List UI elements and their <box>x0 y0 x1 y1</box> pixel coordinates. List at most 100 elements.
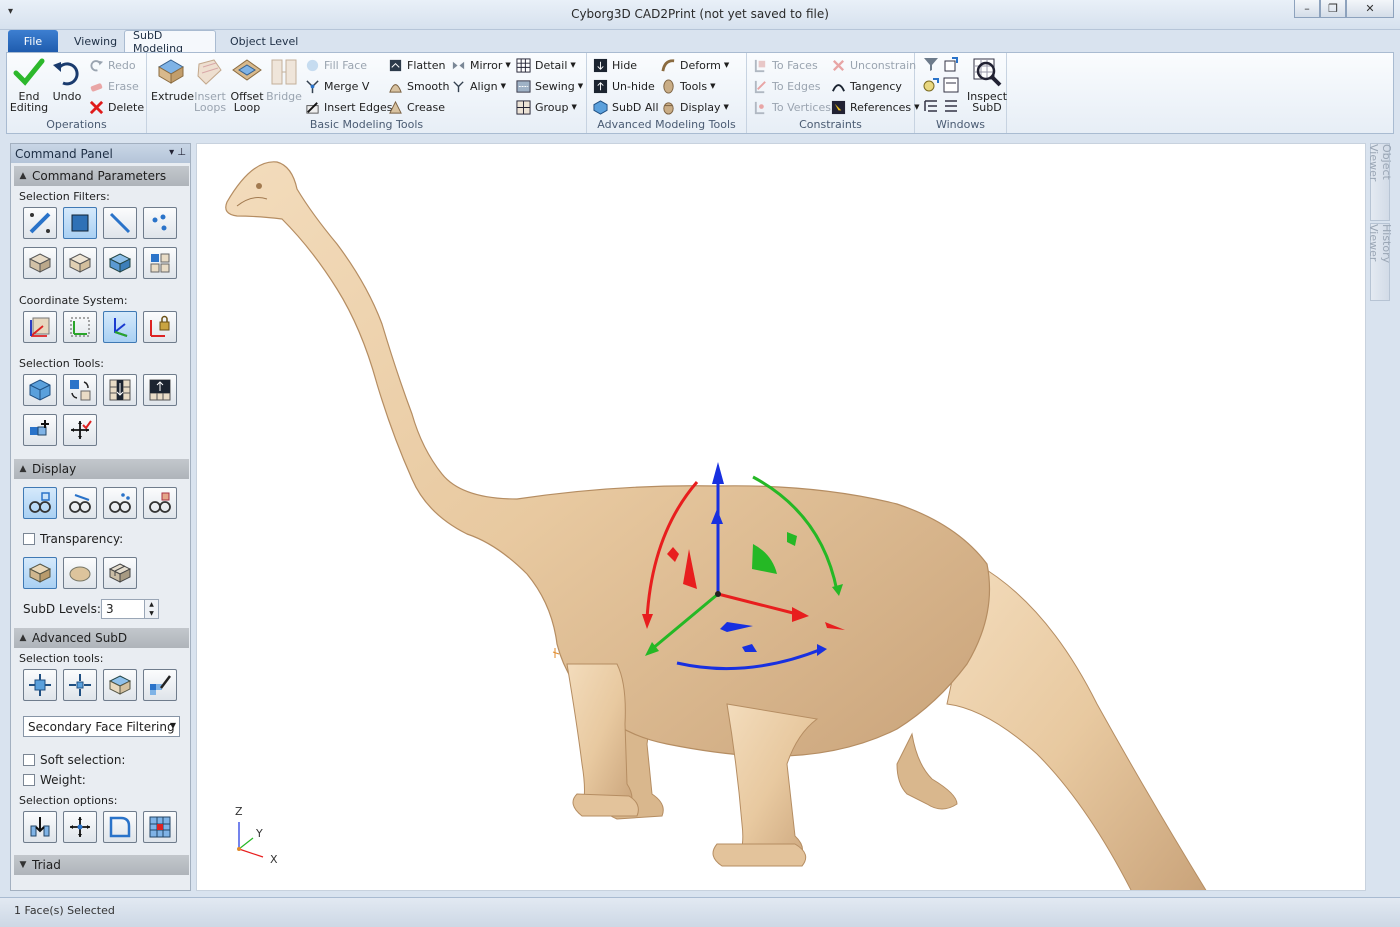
tab-viewing[interactable]: Viewing <box>66 30 125 52</box>
fill-face-button[interactable]: Fill Face <box>305 56 367 74</box>
bridge-button[interactable]: Bridge <box>264 56 304 102</box>
filter-icon[interactable] <box>923 56 939 72</box>
3d-viewport[interactable]: Z Y X <box>196 143 1366 891</box>
filter-object-blue-button[interactable] <box>103 247 137 279</box>
deform-button[interactable]: Deform ▼ <box>661 56 729 74</box>
display-mode-4-button[interactable] <box>143 487 177 519</box>
group-button[interactable]: Group ▼ <box>516 98 577 116</box>
filter-object-side-button[interactable] <box>63 247 97 279</box>
display-mode-1-button[interactable] <box>23 487 57 519</box>
inspect-subd-button[interactable]: Inspect SubD <box>967 56 1007 113</box>
hide-button[interactable]: Hide <box>593 56 637 74</box>
sel-option-2-button[interactable] <box>63 811 97 843</box>
transparency-checkbox[interactable]: Transparency: <box>23 532 123 546</box>
delete-button[interactable]: Delete <box>89 98 144 116</box>
merge-v-label: Merge V <box>324 79 370 93</box>
filter-vertices-button[interactable] <box>143 207 177 239</box>
redo-button[interactable]: Redo <box>89 56 136 74</box>
invert-selection-button[interactable] <box>63 374 97 406</box>
adv-select-paint-button[interactable] <box>143 669 177 701</box>
group-constraints: To Faces To Edges To Vertices Unconstrai… <box>747 53 920 133</box>
merge-v-button[interactable]: Merge V <box>305 77 369 95</box>
tab-file[interactable]: File <box>8 30 58 52</box>
display-mode-2-button[interactable] <box>63 487 97 519</box>
section-display[interactable]: ▲ Display <box>14 459 189 479</box>
display-button[interactable]: Display ▼ <box>661 98 729 116</box>
erase-button[interactable]: Erase <box>89 77 139 95</box>
to-edges-button[interactable]: To Edges <box>753 77 821 95</box>
shading-ellipse-button[interactable] <box>63 557 97 589</box>
spinner-arrows-icon[interactable]: ▲ ▼ <box>144 600 158 618</box>
display-mode-3-button[interactable] <box>103 487 137 519</box>
add-to-selection-button[interactable] <box>23 414 57 446</box>
references-label: References <box>850 100 912 114</box>
sel-option-1-button[interactable] <box>23 811 57 843</box>
subd-levels-input[interactable]: 3 ▲ ▼ <box>101 599 159 619</box>
shading-wire-button[interactable] <box>103 557 137 589</box>
sel-option-4-button[interactable] <box>143 811 177 843</box>
minimize-button[interactable]: – <box>1294 0 1320 18</box>
insert-edges-button[interactable]: Insert Edges <box>305 98 392 116</box>
adv-select-loop-button[interactable] <box>103 669 137 701</box>
mirror-button[interactable]: Mirror ▼ <box>451 56 511 74</box>
weight-checkbox-box[interactable] <box>23 774 35 786</box>
to-faces-button[interactable]: To Faces <box>753 56 818 74</box>
detail-button[interactable]: Detail ▼ <box>516 56 576 74</box>
coord-world-button[interactable] <box>23 311 57 343</box>
shading-smooth-button[interactable] <box>23 557 57 589</box>
filter-vertices-edges-button[interactable] <box>23 207 57 239</box>
close-button[interactable]: ✕ <box>1346 0 1394 18</box>
extrude-button[interactable]: Extrude <box>151 56 194 102</box>
pin-icon[interactable]: ▾ ⊥ <box>169 147 186 158</box>
tab-object-viewer[interactable]: Object Viewer <box>1367 143 1393 221</box>
align-button[interactable]: Align ▼ <box>451 77 506 95</box>
object-viewer-icon[interactable] <box>943 56 959 72</box>
subd-all-button[interactable]: SubD All <box>593 98 659 116</box>
tools-button[interactable]: Tools ▼ <box>661 77 716 95</box>
to-vertices-button[interactable]: To Vertices <box>753 98 831 116</box>
secondary-face-filtering-select[interactable]: Secondary Face Filtering ▼ <box>23 716 180 737</box>
grow-selection-up-button[interactable] <box>143 374 177 406</box>
tab-object-level[interactable]: Object Level <box>222 30 306 52</box>
end-editing-button[interactable]: End Editing <box>9 56 49 113</box>
tangency-button[interactable]: Tangency <box>831 77 902 95</box>
select-all-button[interactable] <box>23 374 57 406</box>
filter-grid-button[interactable] <box>143 247 177 279</box>
dinosaur-model[interactable] <box>197 144 1366 891</box>
properties-list-icon[interactable] <box>943 98 959 114</box>
adv-select-shrink-button[interactable] <box>63 669 97 701</box>
unconstrain-button[interactable]: Unconstrain <box>831 56 916 74</box>
undo-button[interactable]: Undo <box>47 56 87 102</box>
section-advanced-subd[interactable]: ▲ Advanced SubD <box>14 628 189 648</box>
section-triad[interactable]: ▼ Triad <box>14 855 189 875</box>
console-window-icon[interactable] <box>943 77 959 93</box>
smooth-button[interactable]: Smooth <box>388 77 449 95</box>
unhide-button[interactable]: Un-hide <box>593 77 655 95</box>
soft-selection-checkbox-box[interactable] <box>23 754 35 766</box>
history-viewer-icon[interactable] <box>923 77 939 93</box>
sewing-button[interactable]: Sewing ▼ <box>516 77 583 95</box>
adv-select-expand-button[interactable] <box>23 669 57 701</box>
offset-loop-button[interactable]: Offset Loop <box>227 56 267 113</box>
filter-edges-button[interactable] <box>103 207 137 239</box>
maximize-button[interactable]: ❐ <box>1320 0 1346 18</box>
filter-faces-button[interactable] <box>63 207 97 239</box>
filter-object-faces-button[interactable] <box>23 247 57 279</box>
weight-checkbox[interactable]: Weight: <box>23 773 86 787</box>
tab-history-viewer[interactable]: History Viewer <box>1367 223 1393 301</box>
transparency-checkbox-box[interactable] <box>23 533 35 545</box>
insert-loops-button[interactable]: Insert Loops <box>190 56 230 113</box>
coord-local-button[interactable] <box>63 311 97 343</box>
tab-subd-modeling[interactable]: SubD Modeling <box>124 29 216 55</box>
coord-view-button[interactable] <box>103 311 137 343</box>
crease-button[interactable]: Crease <box>388 98 445 116</box>
select-connected-button[interactable] <box>63 414 97 446</box>
flatten-button[interactable]: Flatten <box>388 56 446 74</box>
sel-option-3-button[interactable] <box>103 811 137 843</box>
references-button[interactable]: References ▼ <box>831 98 920 116</box>
section-command-parameters[interactable]: ▲ Command Parameters <box>14 166 189 186</box>
soft-selection-checkbox[interactable]: Soft selection: <box>23 753 125 767</box>
coord-locked-button[interactable] <box>143 311 177 343</box>
grow-selection-down-button[interactable] <box>103 374 137 406</box>
tree-list-icon[interactable] <box>923 98 939 114</box>
